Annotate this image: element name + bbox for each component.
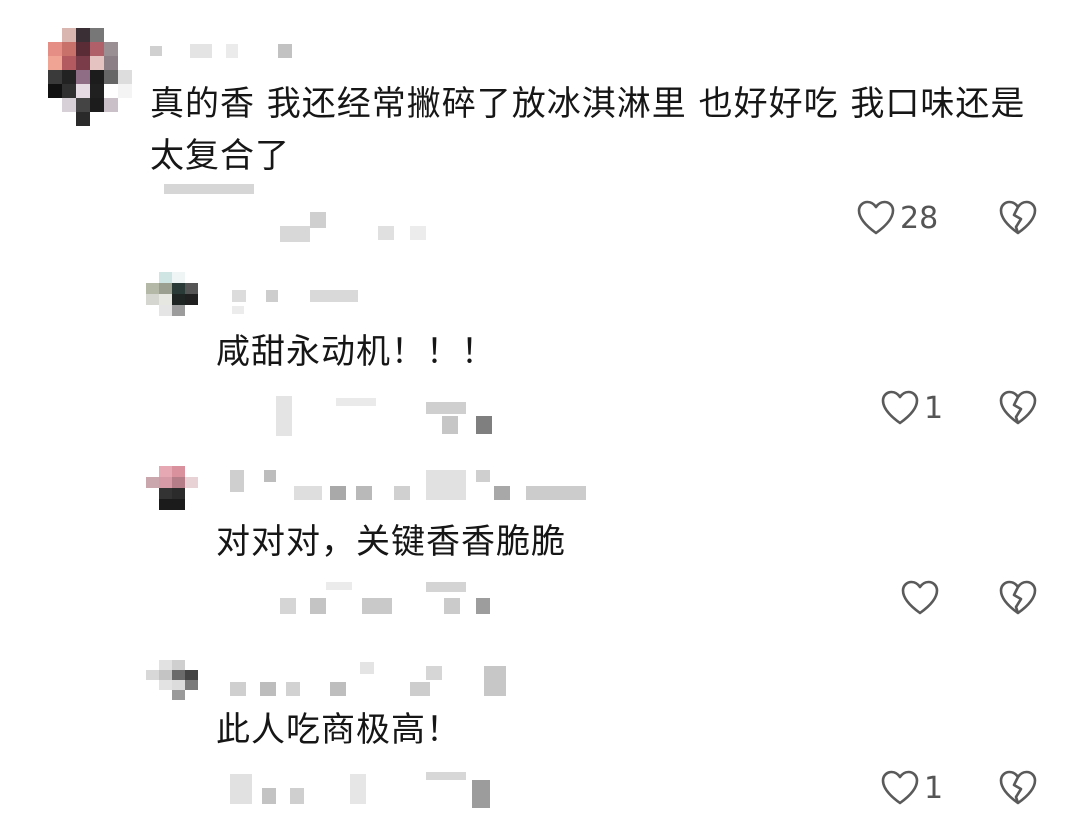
like-count: 28 xyxy=(900,200,939,236)
comment-meta-blurred xyxy=(226,770,506,810)
like-count: 1 xyxy=(924,770,944,806)
like-count: 1 xyxy=(924,390,944,426)
like-button[interactable] xyxy=(900,579,944,617)
heart-outline-icon xyxy=(881,770,919,805)
avatar[interactable] xyxy=(48,28,132,126)
comment-text: 此人吃商极高！ xyxy=(216,710,461,750)
avatar[interactable] xyxy=(146,660,198,700)
dislike-button[interactable] xyxy=(998,199,1038,237)
username-blurred[interactable] xyxy=(226,662,516,702)
comment-thread: 真的香 我还经常撇碎了放冰淇淋里 也好好吃 我口味还是 太复合了 28 咸甜永动… xyxy=(0,0,1080,819)
comment-text: 咸甜永动机！！！ xyxy=(216,332,496,372)
broken-heart-icon xyxy=(999,580,1037,615)
dislike-button[interactable] xyxy=(998,389,1038,427)
dislike-button[interactable] xyxy=(998,579,1038,617)
username-blurred[interactable] xyxy=(226,286,366,316)
like-button[interactable]: 28 xyxy=(856,199,938,237)
username-blurred[interactable] xyxy=(150,42,300,60)
avatar[interactable] xyxy=(146,466,198,510)
heart-outline-icon xyxy=(857,200,895,235)
comment-text: 真的香 我还经常撇碎了放冰淇淋里 也好好吃 我口味还是 太复合了 xyxy=(150,84,1026,176)
broken-heart-icon xyxy=(999,770,1037,805)
heart-outline-icon xyxy=(881,390,919,425)
comment-meta-blurred xyxy=(276,582,506,620)
broken-heart-icon xyxy=(999,200,1037,235)
avatar[interactable] xyxy=(146,272,198,316)
like-button[interactable]: 1 xyxy=(880,389,943,427)
heart-outline-icon xyxy=(901,580,939,615)
comment-text: 对对对，关键香香脆脆 xyxy=(216,522,566,562)
comment-meta-blurred xyxy=(276,396,506,440)
broken-heart-icon xyxy=(999,390,1037,425)
dislike-button[interactable] xyxy=(998,769,1038,807)
username-blurred[interactable] xyxy=(226,466,606,506)
comment-meta-blurred xyxy=(160,176,440,246)
like-button[interactable]: 1 xyxy=(880,769,943,807)
